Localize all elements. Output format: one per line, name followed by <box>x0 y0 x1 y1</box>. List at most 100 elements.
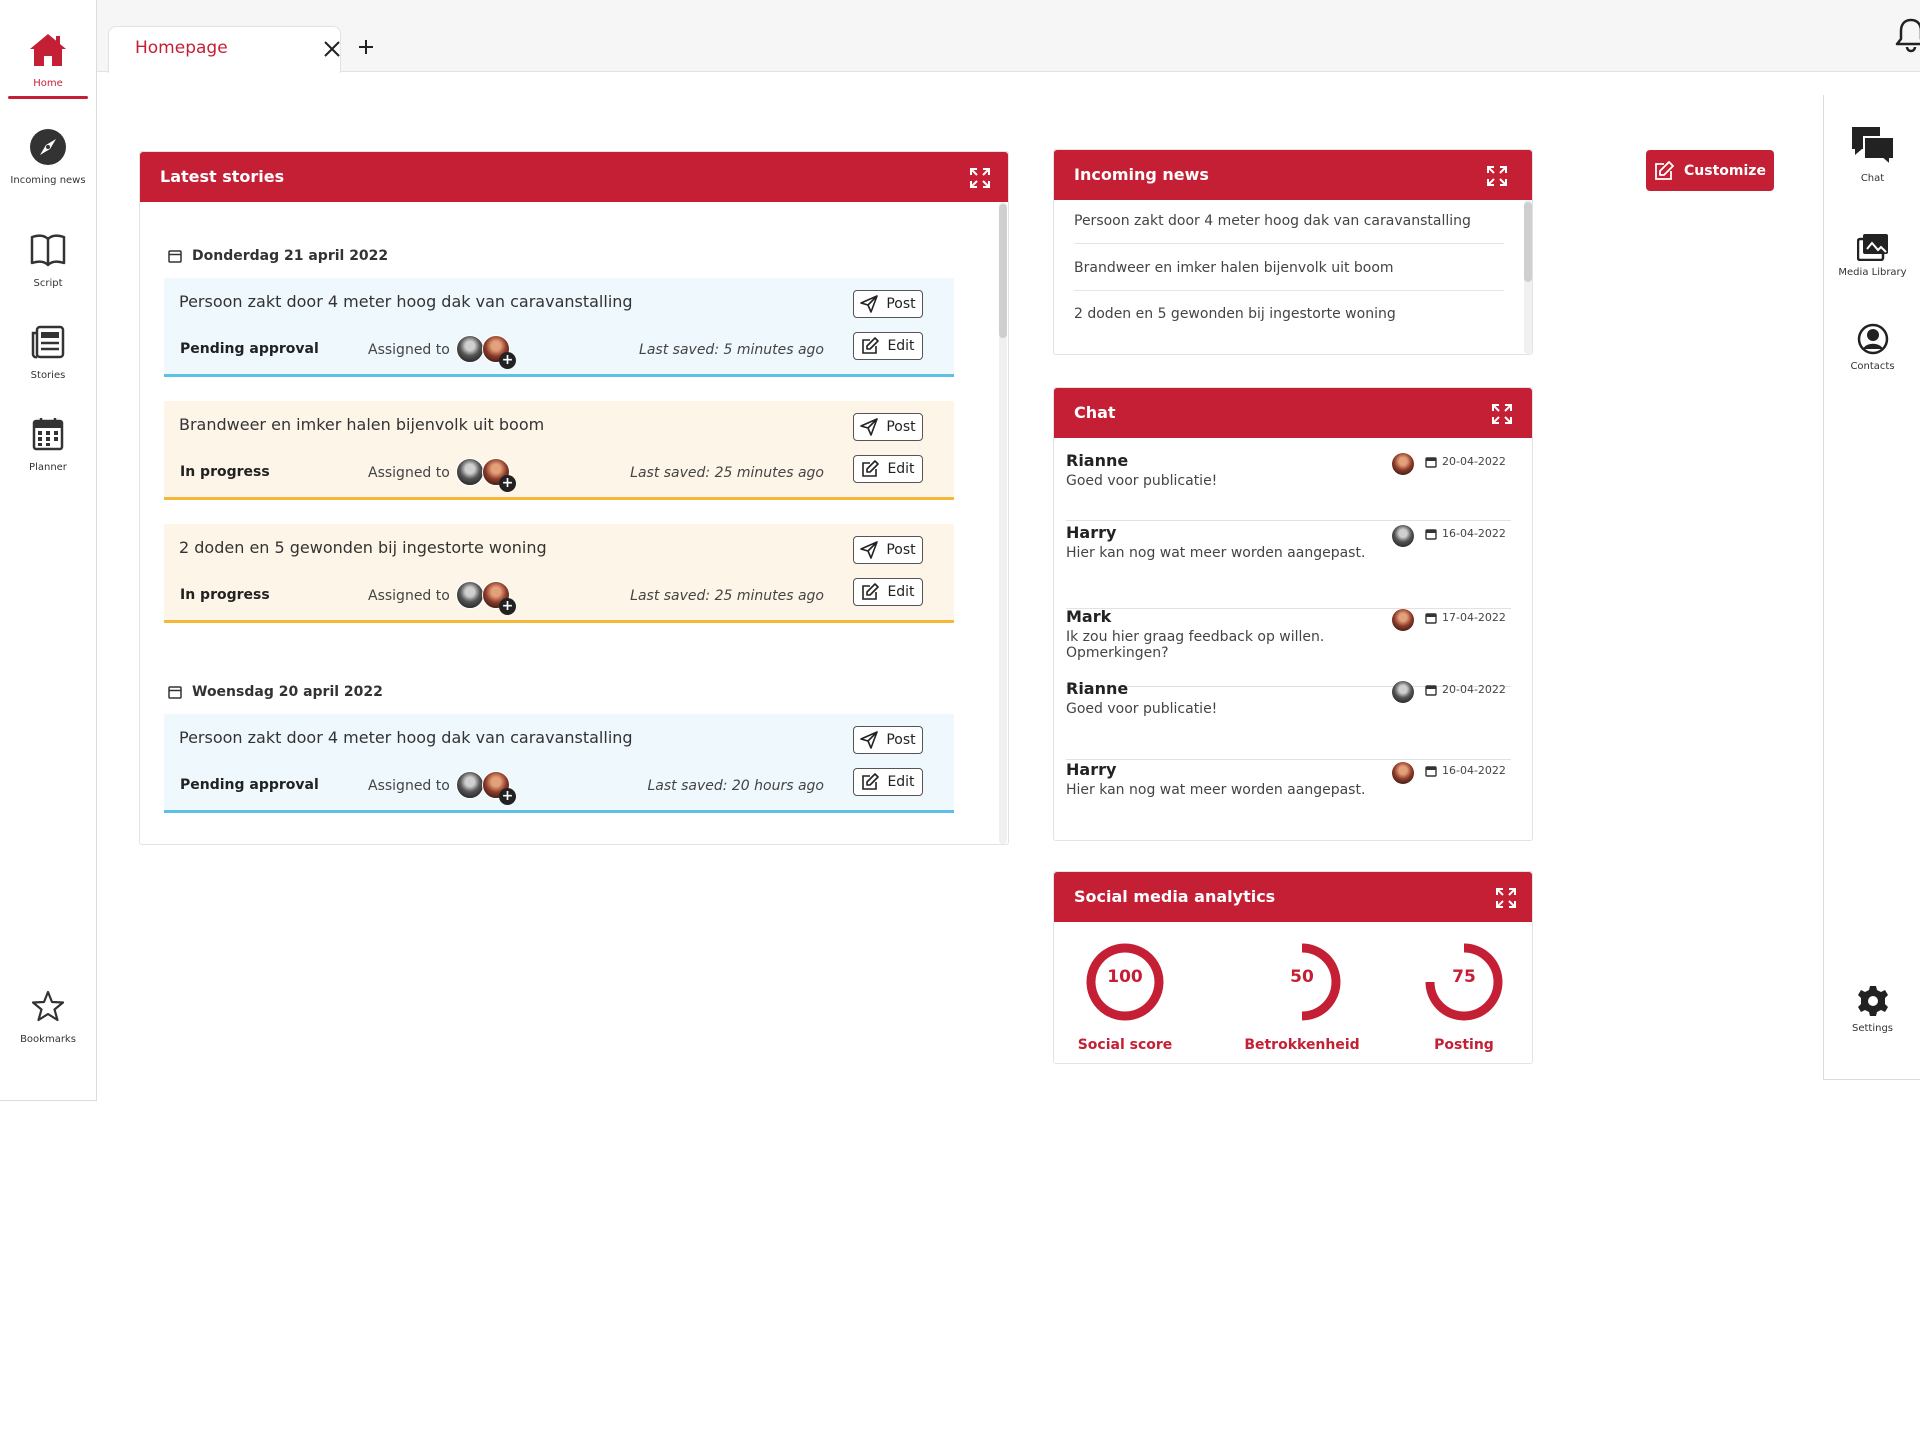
message-text: Hier kan nog wat meer worden aangepast. <box>1066 782 1366 798</box>
message-date: 17-04-2022 <box>1425 611 1506 624</box>
chat-message[interactable]: Harry Hier kan nog wat meer worden aange… <box>1066 760 1511 830</box>
expand-icon[interactable] <box>1491 403 1513 425</box>
star-icon <box>28 986 68 1026</box>
bell-icon[interactable] <box>1894 17 1920 53</box>
edit-button[interactable]: Edit <box>853 578 923 606</box>
avatar[interactable] <box>456 458 484 486</box>
nav-label-incoming-news: Incoming news <box>10 175 86 186</box>
post-button[interactable]: Post <box>853 726 923 754</box>
top-bar: Homepage <box>97 0 1920 73</box>
customize-button[interactable]: Customize <box>1646 150 1774 191</box>
post-label: Post <box>886 732 916 748</box>
add-tab-icon[interactable] <box>356 37 376 57</box>
assigned-label: Assigned to <box>368 342 450 358</box>
scrollbar[interactable] <box>1524 200 1532 354</box>
edit-icon <box>1655 160 1674 180</box>
edit-button[interactable]: Edit <box>853 332 923 360</box>
last-saved: Last saved: 5 minutes ago <box>639 342 824 358</box>
add-assignee-icon[interactable]: + <box>499 788 516 805</box>
gauge-value: 50 <box>1290 967 1314 987</box>
nav-item-script[interactable]: Script <box>0 230 96 289</box>
story-status: Pending approval <box>180 341 319 357</box>
story-card[interactable]: Persoon zakt door 4 meter hoog dak van c… <box>164 278 954 377</box>
nav-item-home[interactable]: Home <box>0 30 96 89</box>
expand-icon[interactable] <box>969 167 991 189</box>
panel-header: Chat <box>1054 388 1532 438</box>
close-icon[interactable] <box>322 39 342 59</box>
last-saved: Last saved: 25 minutes ago <box>630 465 824 481</box>
rnav-item-chat[interactable]: Chat <box>1824 125 1920 184</box>
story-title[interactable]: 2 doden en 5 gewonden bij ingestorte won… <box>179 538 547 557</box>
rnav-item-contacts[interactable]: Contacts <box>1824 323 1920 372</box>
edit-button[interactable]: Edit <box>853 455 923 483</box>
edit-label: Edit <box>887 774 915 790</box>
chat-panel: Chat Rianne Goed voor publicatie! 20-04-… <box>1053 387 1533 841</box>
rnav-label-chat: Chat <box>1860 173 1885 184</box>
left-sidebar: Home Incoming news Script Stories Planne… <box>0 0 97 1101</box>
post-button[interactable]: Post <box>853 536 923 564</box>
post-label: Post <box>886 296 916 312</box>
news-item[interactable]: Brandweer en imker halen bijenvolk uit b… <box>1074 260 1504 291</box>
story-card[interactable]: 2 doden en 5 gewonden bij ingestorte won… <box>164 524 954 623</box>
message-text: Goed voor publicatie! <box>1066 701 1218 717</box>
add-assignee-icon[interactable]: + <box>499 598 516 615</box>
right-sidebar: Chat Media Library Contacts Settings <box>1823 95 1920 1080</box>
story-title[interactable]: Persoon zakt door 4 meter hoog dak van c… <box>179 292 633 311</box>
story-title[interactable]: Persoon zakt door 4 meter hoog dak van c… <box>179 728 633 747</box>
nav-item-planner[interactable]: Planner <box>0 414 96 473</box>
add-assignee-icon[interactable]: + <box>499 352 516 369</box>
avatar <box>1392 609 1414 631</box>
rnav-item-media-library[interactable]: Media Library <box>1824 233 1920 278</box>
rnav-label-media-library: Media Library <box>1838 267 1907 278</box>
avatar[interactable] <box>456 581 484 609</box>
message-date: 20-04-2022 <box>1425 455 1506 468</box>
incoming-news-panel: Incoming news Persoon zakt door 4 meter … <box>1053 149 1533 355</box>
assigned-label: Assigned to <box>368 465 450 481</box>
chat-message[interactable]: Harry Hier kan nog wat meer worden aange… <box>1066 523 1511 609</box>
message-text: Hier kan nog wat meer worden aangepast. <box>1066 545 1366 561</box>
expand-icon[interactable] <box>1486 165 1508 187</box>
message-date-label: 20-04-2022 <box>1442 455 1506 468</box>
customize-label: Customize <box>1684 162 1766 179</box>
news-item[interactable]: 2 doden en 5 gewonden bij ingestorte won… <box>1074 306 1504 336</box>
edit-button[interactable]: Edit <box>853 768 923 796</box>
avatar[interactable] <box>456 771 484 799</box>
avatar <box>1392 681 1414 703</box>
post-button[interactable]: Post <box>853 290 923 318</box>
post-label: Post <box>886 542 916 558</box>
scroll-thumb[interactable] <box>1524 202 1532 282</box>
panel-title: Social media analytics <box>1074 887 1276 906</box>
avatar[interactable] <box>456 335 484 363</box>
scrollbar[interactable] <box>999 202 1007 844</box>
scroll-thumb[interactable] <box>999 204 1007 338</box>
add-assignee-icon[interactable]: + <box>499 475 516 492</box>
nav-item-stories[interactable]: Stories <box>0 322 96 381</box>
story-status: In progress <box>180 464 270 480</box>
nav-label-bookmarks: Bookmarks <box>20 1034 76 1045</box>
nav-label-planner: Planner <box>29 462 67 473</box>
message-author: Harry <box>1066 523 1117 542</box>
story-card[interactable]: Brandweer en imker halen bijenvolk uit b… <box>164 401 954 500</box>
last-saved: Last saved: 25 minutes ago <box>630 588 824 604</box>
post-button[interactable]: Post <box>853 413 923 441</box>
gauge-label: Posting <box>1434 1037 1494 1053</box>
nav-item-bookmarks[interactable]: Bookmarks <box>0 986 96 1045</box>
nav-label-script: Script <box>33 278 63 289</box>
message-author: Rianne <box>1066 451 1129 470</box>
panel-header: Social media analytics <box>1054 872 1532 922</box>
rnav-item-settings[interactable]: Settings <box>1824 985 1920 1034</box>
panel-title: Latest stories <box>160 167 285 186</box>
nav-item-incoming-news[interactable]: Incoming news <box>0 127 96 186</box>
story-title[interactable]: Brandweer en imker halen bijenvolk uit b… <box>179 415 544 434</box>
chat-message[interactable]: Rianne Goed voor publicatie! 20-04-2022 <box>1066 679 1511 760</box>
date-heading-label: Woensdag 20 april 2022 <box>192 684 383 700</box>
gauge-label: Betrokkenheid <box>1244 1037 1360 1053</box>
expand-icon[interactable] <box>1495 887 1517 909</box>
calendar-small-icon <box>168 250 182 263</box>
chat-message[interactable]: Mark Ik zou hier graag feedback op wille… <box>1066 607 1511 687</box>
story-card[interactable]: Persoon zakt door 4 meter hoog dak van c… <box>164 714 954 813</box>
news-item[interactable]: Persoon zakt door 4 meter hoog dak van c… <box>1074 213 1504 244</box>
chat-message[interactable]: Rianne Goed voor publicatie! 20-04-2022 <box>1066 451 1511 521</box>
tab-homepage[interactable]: Homepage <box>108 26 341 73</box>
story-status: Pending approval <box>180 777 319 793</box>
